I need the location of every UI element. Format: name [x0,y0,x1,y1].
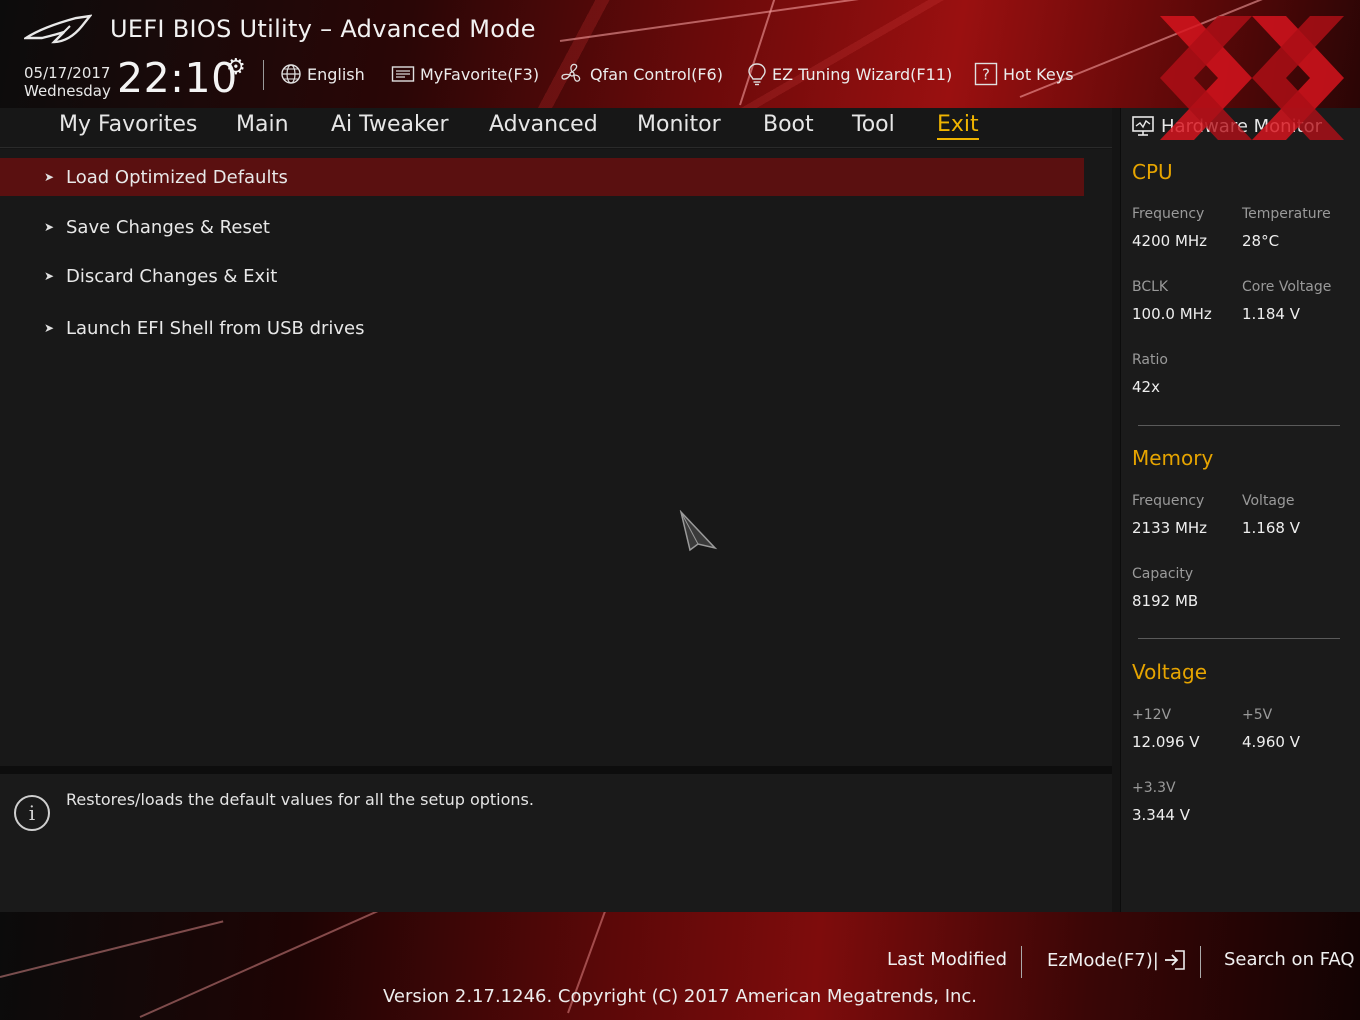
arrow-right-icon: ➤ [44,269,55,283]
cpu-heading: CPU [1132,160,1173,184]
rog-logo-icon [24,14,92,44]
v12-value: 12.096 V [1132,733,1200,751]
cpu-frequency-label: Frequency [1132,206,1205,222]
clock-display: 22:10 [117,54,238,102]
date-display: 05/17/2017 Wednesday [24,64,111,100]
ez-mode-button[interactable]: EzMode(F7)| [1047,949,1187,971]
monitor-icon [1132,116,1154,136]
launch-efi-shell-item[interactable]: ➤ Launch EFI Shell from USB drives [0,309,1084,347]
arrow-right-icon: ➤ [44,321,55,335]
globe-icon [281,64,301,84]
menu-item-label: Load Optimized Defaults [66,166,288,188]
svg-text:?: ? [982,66,990,84]
memory-frequency-value: 2133 MHz [1132,519,1208,537]
menu-item-label: Discard Changes & Exit [66,265,278,287]
menu-item-label: Save Changes & Reset [66,216,270,238]
footer-divider [1200,946,1201,978]
tab-ai-tweaker[interactable]: Ai Tweaker [331,112,449,137]
date-text: 05/17/2017 [24,64,111,82]
ez-tuning-wizard-button[interactable]: EZ Tuning Wizard(F11) [747,62,952,86]
menu-item-label: Launch EFI Shell from USB drives [66,317,365,339]
bclk-label: BCLK [1132,279,1169,295]
bclk-value: 100.0 MHz [1132,305,1212,323]
memory-capacity-value: 8192 MB [1132,592,1199,610]
exit-arrow-icon [1164,950,1185,970]
tab-my-favorites[interactable]: My Favorites [59,112,197,137]
weekday-text: Wednesday [24,82,111,100]
load-optimized-defaults-item[interactable]: ➤ Load Optimized Defaults [0,158,1084,196]
memory-voltage-value: 1.168 V [1242,519,1300,537]
info-icon: i [14,795,50,831]
header-divider [263,60,264,90]
qfan-control-label: Qfan Control(F6) [590,64,723,84]
v12-label: +12V [1132,707,1172,723]
tab-tool[interactable]: Tool [852,112,895,137]
save-changes-reset-item[interactable]: ➤ Save Changes & Reset [0,208,1084,246]
tab-main[interactable]: Main [236,112,289,137]
discard-changes-exit-item[interactable]: ➤ Discard Changes & Exit [0,257,1084,295]
search-faq-button[interactable]: Search on FAQ [1224,949,1355,970]
hardware-monitor-panel: Hardware Monitor CPU Frequency Temperatu… [1120,108,1360,912]
help-divider [0,766,1112,774]
voltage-heading: Voltage [1132,660,1208,684]
lightbulb-icon [748,63,766,86]
app-title: UEFI BIOS Utility – Advanced Mode [110,15,536,43]
help-panel: i Restores/loads the default values for … [0,774,1112,912]
qfan-control-button[interactable]: Qfan Control(F6) [559,62,723,86]
fan-icon [561,63,581,82]
tab-monitor[interactable]: Monitor [637,112,721,137]
tab-exit[interactable]: Exit [937,112,979,140]
gear-icon[interactable]: ⚙ [226,55,246,80]
question-key-icon: ? [974,62,998,86]
ratio-label: Ratio [1132,352,1168,368]
header-bar: UEFI BIOS Utility – Advanced Mode 05/17/… [0,0,1360,108]
v5-label: +5V [1242,707,1273,723]
myfavorite-button[interactable]: MyFavorite(F3) [391,62,539,86]
hw-section-divider [1138,638,1340,639]
myfavorite-label: MyFavorite(F3) [420,64,540,84]
arrow-right-icon: ➤ [44,220,55,234]
memory-frequency-label: Frequency [1132,493,1205,509]
ez-tuning-wizard-label: EZ Tuning Wizard(F11) [772,64,953,84]
footer-streak [0,920,224,978]
core-voltage-label: Core Voltage [1242,279,1332,295]
v33-label: +3.3V [1132,780,1176,796]
tab-advanced[interactable]: Advanced [489,112,598,137]
cpu-temperature-label: Temperature [1242,206,1331,222]
help-text: Restores/loads the default values for al… [66,790,534,809]
footer-divider [1021,946,1022,978]
cpu-frequency-value: 4200 MHz [1132,232,1208,250]
memory-heading: Memory [1132,446,1214,470]
footer-bar: Last Modified EzMode(F7)| Search on FAQ … [0,912,1360,1020]
version-text: Version 2.17.1246. Copyright (C) 2017 Am… [382,986,978,1007]
memory-capacity-label: Capacity [1132,566,1194,582]
language-label: English [307,64,365,84]
core-voltage-value: 1.184 V [1242,305,1300,323]
last-modified-button[interactable]: Last Modified [887,949,1007,970]
tab-boot[interactable]: Boot [763,112,814,137]
exit-menu-panel: ➤ Load Optimized Defaults ➤ Save Changes… [0,149,1112,766]
favorite-list-icon [391,66,415,82]
main-tab-bar: My Favorites Main Ai Tweaker Advanced Mo… [0,108,1112,148]
cpu-temperature-value: 28°C [1242,232,1280,250]
arrow-right-icon: ➤ [44,170,55,184]
watermark-logo-icon [1160,16,1344,140]
v33-value: 3.344 V [1132,806,1190,824]
language-button[interactable]: English [280,62,365,86]
ez-mode-label: EzMode(F7)| [1047,949,1159,971]
hot-keys-label: Hot Keys [1003,64,1074,84]
v5-value: 4.960 V [1242,733,1300,751]
ratio-value: 42x [1132,378,1160,396]
memory-voltage-label: Voltage [1242,493,1295,509]
hot-keys-button[interactable]: ? Hot Keys [974,62,1074,86]
hw-section-divider [1138,425,1340,426]
mouse-cursor-icon [679,510,718,552]
